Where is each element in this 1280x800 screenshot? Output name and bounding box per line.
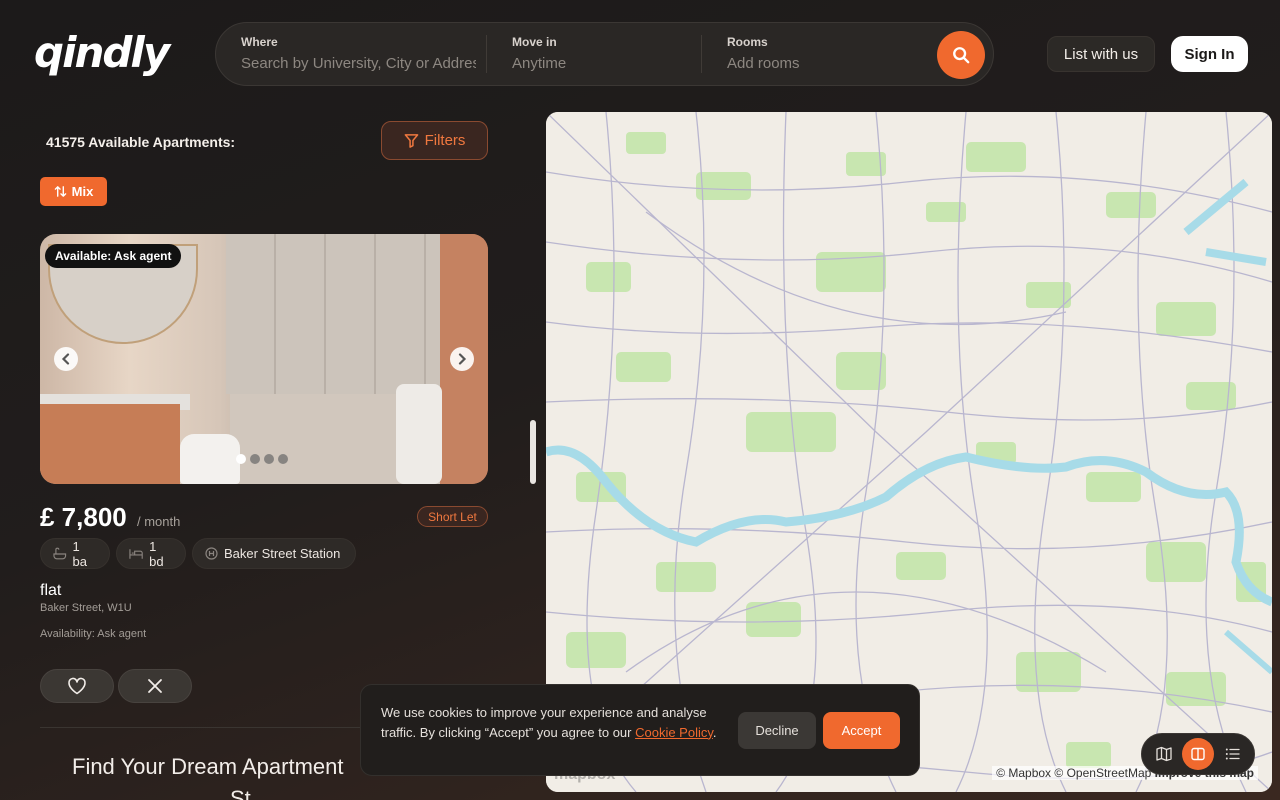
cookie-banner: We use cookies to improve your experienc…: [360, 684, 920, 776]
photo-wall: [226, 234, 446, 394]
move-in-field[interactable]: Move in: [487, 23, 701, 85]
osm-attribution-link[interactable]: © OpenStreetMap: [1054, 766, 1151, 780]
rooms-label: Rooms: [727, 35, 768, 49]
sort-arrows-icon: [54, 186, 66, 197]
availability-badge: Available: Ask agent: [45, 244, 182, 268]
rooms-field[interactable]: Rooms: [702, 23, 922, 85]
carousel-dot[interactable]: [236, 454, 246, 464]
carousel-dot[interactable]: [278, 454, 288, 464]
property-address: Baker Street, W1U: [40, 602, 132, 614]
station-icon: [205, 547, 218, 560]
filter-icon: [404, 134, 418, 148]
sign-in-button[interactable]: Sign In: [1171, 36, 1248, 72]
results-count: 41575 Available Apartments:: [46, 134, 236, 150]
move-in-input[interactable]: [512, 55, 682, 72]
chevron-right-icon: [458, 353, 467, 365]
carousel-prev-button[interactable]: [54, 347, 78, 371]
cookie-message: We use cookies to improve your experienc…: [381, 703, 721, 742]
property-availability: Availability: Ask agent: [40, 628, 147, 640]
photo-toilet: [180, 434, 240, 484]
station-label: Baker Street Station: [224, 546, 341, 561]
logo[interactable]: qindly: [34, 28, 170, 77]
list-icon: [1225, 748, 1240, 760]
list-view-button[interactable]: [1216, 738, 1248, 770]
columns-icon: [1191, 747, 1205, 761]
filters-label: Filters: [424, 132, 466, 149]
move-in-label: Move in: [512, 35, 557, 49]
map-view-button[interactable]: [1148, 738, 1180, 770]
bathrooms-chip: 1 ba: [40, 538, 110, 569]
where-field[interactable]: Where: [216, 23, 486, 85]
station-chip: Baker Street Station: [192, 538, 356, 569]
carousel-next-button[interactable]: [450, 347, 474, 371]
bath-icon: [53, 547, 67, 560]
price-period: / month: [137, 514, 181, 529]
search-bar: Where Move in Rooms: [215, 22, 994, 86]
cookie-message-end: .: [712, 724, 717, 740]
short-let-badge: Short Let: [417, 506, 488, 527]
favorite-button[interactable]: [40, 669, 114, 703]
mapbox-attribution-link[interactable]: © Mapbox: [996, 766, 1051, 780]
search-button[interactable]: [937, 31, 985, 79]
list-scrollbar[interactable]: [530, 420, 536, 484]
list-with-us-button[interactable]: List with us: [1047, 36, 1155, 72]
carousel-dot[interactable]: [250, 454, 260, 464]
where-label: Where: [241, 35, 278, 49]
carousel-dots: [236, 454, 288, 464]
search-icon: [953, 47, 970, 64]
accept-button[interactable]: Accept: [823, 712, 900, 749]
sort-button[interactable]: Mix: [40, 177, 107, 206]
promo-heading-line2: St: [230, 786, 251, 800]
view-toggle: [1141, 733, 1255, 775]
sort-label: Mix: [71, 184, 94, 199]
heart-icon: [68, 677, 86, 695]
close-icon: [148, 679, 162, 693]
rooms-input[interactable]: [727, 55, 897, 72]
promo-heading: Find Your Dream Apartment: [72, 754, 344, 779]
listing-photo[interactable]: [40, 234, 488, 484]
bathrooms-label: 1 ba: [72, 538, 87, 569]
photo-vanity: [40, 404, 180, 484]
bedrooms-label: 1 bd: [149, 538, 164, 569]
chevron-left-icon: [61, 353, 70, 365]
filters-button[interactable]: Filters: [381, 121, 488, 160]
map-icon: [1156, 746, 1172, 762]
bed-icon: [129, 548, 143, 559]
decline-button[interactable]: Decline: [738, 712, 816, 749]
carousel-dot[interactable]: [264, 454, 274, 464]
cookie-policy-link[interactable]: Cookie Policy: [635, 725, 713, 740]
property-type: flat: [40, 582, 62, 599]
bedrooms-chip: 1 bd: [116, 538, 186, 569]
listing-price: £ 7,800: [40, 502, 127, 532]
dismiss-button[interactable]: [118, 669, 192, 703]
where-input[interactable]: [241, 55, 476, 72]
split-view-button[interactable]: [1182, 738, 1214, 770]
photo-towel: [396, 384, 442, 484]
